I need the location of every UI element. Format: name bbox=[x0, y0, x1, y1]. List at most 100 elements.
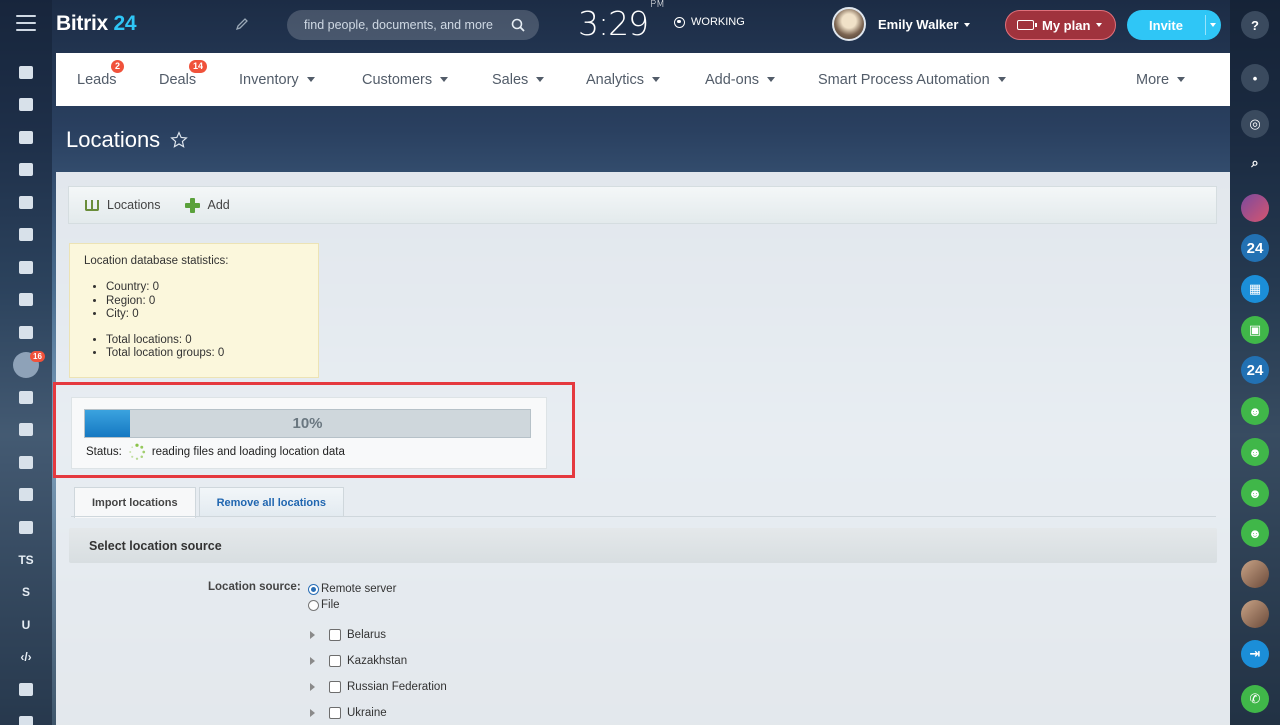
grid-icon bbox=[19, 715, 33, 725]
book-icon bbox=[85, 199, 99, 211]
my-plan-button[interactable]: My plan bbox=[1005, 10, 1116, 40]
app-logo[interactable]: Bitrix 24 bbox=[56, 12, 137, 36]
notifications-icon[interactable]: • bbox=[1241, 64, 1269, 92]
leads-badge: 2 bbox=[111, 59, 125, 73]
expand-arrow-icon[interactable] bbox=[310, 631, 315, 639]
sidebar-item-marketing[interactable] bbox=[0, 381, 52, 414]
search-bar[interactable] bbox=[287, 10, 539, 40]
group-chat-icon-3[interactable]: ☻ bbox=[1241, 479, 1269, 507]
nav-deals[interactable]: Deals 14 bbox=[159, 59, 208, 88]
sidebar-item-documents[interactable] bbox=[0, 186, 52, 219]
add-button[interactable]: Add bbox=[184, 197, 230, 213]
sidebar-item-sites[interactable] bbox=[0, 479, 52, 512]
calendar-chat-icon[interactable]: ▦ bbox=[1241, 275, 1269, 303]
search-icon[interactable]: ⌕ bbox=[1241, 149, 1269, 177]
section-heading-text: Select location source bbox=[89, 538, 222, 553]
checkbox-kazakhstan[interactable] bbox=[329, 655, 341, 667]
cloud-icon bbox=[19, 488, 33, 502]
expand-arrow-icon[interactable] bbox=[310, 683, 315, 691]
sidebar-item-employees[interactable] bbox=[0, 251, 52, 284]
sidebar-item-ts[interactable]: TS bbox=[0, 544, 52, 577]
checkbox-russian-federation[interactable] bbox=[329, 681, 341, 693]
box-icon bbox=[19, 520, 33, 534]
sidebar-item-feed[interactable] bbox=[0, 56, 52, 89]
radio-file-label: File bbox=[321, 599, 340, 611]
stats-list-totals: Total locations: 0 Total location groups… bbox=[106, 334, 304, 361]
sidebar-item-contacts[interactable] bbox=[0, 446, 52, 479]
expand-arrow-icon[interactable] bbox=[310, 657, 315, 665]
nav-smart-process-automation[interactable]: Smart Process Automation bbox=[818, 72, 1006, 88]
nav-analytics[interactable]: Analytics bbox=[586, 71, 661, 88]
sidebar-item-crm[interactable]: 16 bbox=[0, 349, 52, 382]
avatar bbox=[832, 7, 866, 41]
tab-remove-all-locations[interactable]: Remove all locations bbox=[198, 487, 344, 517]
tab-import-locations[interactable]: Import locations bbox=[74, 487, 196, 518]
group-chat-icon[interactable]: ☻ bbox=[1241, 397, 1269, 425]
nav-inventory[interactable]: Inventory bbox=[239, 72, 315, 88]
nav-add-ons[interactable]: Add-ons bbox=[705, 72, 776, 88]
checkbox-belarus[interactable] bbox=[329, 629, 341, 641]
group-chat-icon-2[interactable]: ☻ bbox=[1241, 438, 1269, 466]
menu-icon[interactable] bbox=[16, 15, 36, 31]
group-chat-icon-4[interactable]: ☻ bbox=[1241, 519, 1269, 547]
sidebar-item-developer[interactable]: ‹/› bbox=[0, 641, 52, 674]
sidebar-item-drive[interactable] bbox=[0, 219, 52, 252]
help-icon[interactable]: ? bbox=[1241, 11, 1269, 39]
sidebar-item-tasks[interactable] bbox=[0, 89, 52, 122]
radio-file[interactable]: File bbox=[308, 599, 340, 611]
nav-customers-label: Customers bbox=[362, 71, 433, 88]
sidebar-item-store[interactable] bbox=[0, 414, 52, 447]
locations-button[interactable]: Locations bbox=[85, 198, 161, 212]
work-status-toggle[interactable]: WORKING bbox=[674, 16, 745, 28]
exit-icon[interactable]: ⇥ bbox=[1241, 640, 1269, 668]
chevron-down-icon bbox=[440, 77, 449, 83]
bitrix24-support-icon[interactable]: 24 bbox=[1241, 356, 1269, 384]
invite-label: Invite bbox=[1149, 17, 1183, 33]
nav-spa-label: Smart Process Automation bbox=[818, 71, 990, 88]
nav-analytics-label: Analytics bbox=[586, 71, 645, 88]
user-avatar-icon-2[interactable] bbox=[1241, 600, 1269, 628]
main-panel: Locations Add Location database statisti… bbox=[56, 172, 1230, 725]
expand-arrow-icon[interactable] bbox=[310, 709, 315, 717]
country-label: Russian Federation bbox=[347, 681, 447, 693]
nav-inventory-label: Inventory bbox=[239, 71, 299, 88]
stat-city: City: 0 bbox=[106, 308, 304, 322]
crm-nav-bar: Leads 2 Deals 14 Inventory Customers Sal… bbox=[56, 53, 1230, 106]
chevron-down-icon bbox=[536, 77, 545, 83]
radio-file-button[interactable] bbox=[308, 599, 319, 611]
pencil-icon[interactable] bbox=[235, 17, 249, 31]
sidebar-item-calendar[interactable] bbox=[0, 154, 52, 187]
search-input[interactable] bbox=[304, 18, 511, 32]
search-icon[interactable] bbox=[511, 18, 525, 32]
nav-sales-label: Sales bbox=[492, 71, 529, 88]
sidebar-item-more[interactable] bbox=[0, 706, 52, 725]
nav-more[interactable]: More bbox=[1136, 72, 1186, 88]
sidebar-item-u[interactable]: U bbox=[0, 609, 52, 642]
battery-icon bbox=[1017, 20, 1037, 30]
sidebar-item-s[interactable]: S bbox=[0, 576, 52, 609]
user-name: Emily Walker bbox=[878, 16, 959, 32]
radio-remote-server-button[interactable] bbox=[308, 583, 319, 595]
star-icon[interactable] bbox=[170, 131, 188, 149]
user-menu[interactable]: Emily Walker bbox=[832, 7, 971, 41]
sidebar-item-chat[interactable] bbox=[0, 121, 52, 154]
invite-button[interactable]: Invite bbox=[1127, 10, 1221, 40]
chevron-down-icon[interactable] bbox=[1210, 23, 1216, 27]
code-icon: ‹/› bbox=[20, 650, 32, 665]
radio-remote-server[interactable]: Remote server bbox=[308, 583, 396, 595]
nav-leads[interactable]: Leads 2 bbox=[77, 59, 125, 88]
bitrix24-chat-icon[interactable]: 24 bbox=[1241, 234, 1269, 262]
sidebar-item-mail[interactable] bbox=[0, 284, 52, 317]
checkbox-ukraine[interactable] bbox=[329, 707, 341, 719]
messenger-icon[interactable]: ◎ bbox=[1241, 110, 1269, 138]
country-row-belarus: Belarus bbox=[310, 629, 386, 641]
user-avatar-icon[interactable] bbox=[1241, 560, 1269, 588]
sidebar-item-checklist[interactable] bbox=[0, 316, 52, 349]
lock-icon[interactable]: ▣ bbox=[1241, 316, 1269, 344]
sidebar-item-bot[interactable] bbox=[0, 674, 52, 707]
chat-avatar-icon[interactable] bbox=[1241, 194, 1269, 222]
nav-sales[interactable]: Sales bbox=[492, 71, 545, 88]
nav-customers[interactable]: Customers bbox=[362, 71, 449, 88]
phone-icon[interactable]: ✆ bbox=[1241, 685, 1269, 713]
sidebar-item-inventory[interactable] bbox=[0, 511, 52, 544]
